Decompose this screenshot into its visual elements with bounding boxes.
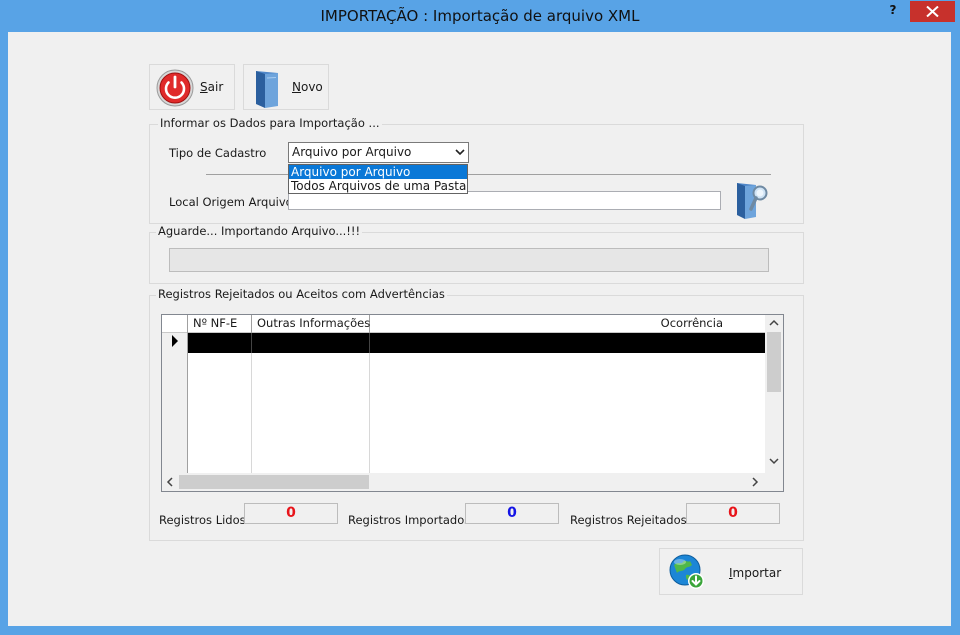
row-cell-divider: [251, 333, 252, 353]
sair-button[interactable]: Sair: [149, 64, 235, 110]
column-header-nfe[interactable]: Nº NF-E: [188, 315, 252, 333]
current-row-arrow-icon: [172, 335, 178, 347]
import-data-group: Informar os Dados para Importação ... Ti…: [149, 116, 804, 224]
option-arquivo-por-arquivo[interactable]: Arquivo por Arquivo: [289, 165, 467, 179]
close-button[interactable]: [910, 1, 955, 22]
local-origem-label: Local Origem Arquivo: [169, 195, 293, 209]
vertical-scroll-thumb[interactable]: [767, 332, 781, 392]
tipo-cadastro-dropdown: Arquivo por Arquivo Todos Arquivos de um…: [288, 164, 468, 194]
close-icon: [926, 6, 939, 17]
importar-label: Importar: [729, 566, 782, 580]
sair-label: Sair: [200, 80, 224, 94]
progress-group-title: Aguarde... Importando Arquivo...!!!: [156, 224, 363, 238]
grid-horizontal-scrollbar[interactable]: [162, 473, 765, 491]
importar-button[interactable]: Importar: [659, 548, 803, 595]
scroll-left-arrow-icon[interactable]: [166, 477, 173, 487]
scroll-up-arrow-icon[interactable]: [769, 319, 779, 326]
log-group-title: Registros Rejeitados ou Aceitos com Adve…: [156, 287, 447, 301]
registros-rejeitados-label: Registros Rejeitados: [570, 513, 687, 527]
novo-label: Novo: [292, 80, 323, 94]
scroll-right-arrow-icon[interactable]: [752, 477, 759, 487]
registros-importados-label: Registros Importados: [348, 513, 471, 527]
progress-group: Aguarde... Importando Arquivo...!!!: [149, 224, 804, 284]
log-grid[interactable]: Nº NF-E Outras Informações Ocorrência: [161, 314, 784, 492]
import-data-group-title: Informar os Dados para Importação ...: [158, 116, 382, 130]
scroll-down-arrow-icon[interactable]: [769, 458, 779, 465]
log-group: Registros Rejeitados ou Aceitos com Adve…: [149, 287, 804, 541]
registros-lidos-value: 0: [244, 503, 338, 524]
title-bar[interactable]: IMPORTAÇÃO : Importação de arquivo XML ?: [0, 0, 960, 32]
import-progress-bar: [169, 248, 769, 272]
column-header-ocorrencia[interactable]: Ocorrência: [370, 315, 765, 333]
registros-importados-value: 0: [465, 503, 559, 524]
application-window: IMPORTAÇÃO : Importação de arquivo XML ?…: [0, 0, 960, 635]
horizontal-scroll-thumb[interactable]: [179, 475, 369, 489]
folder-icon: [256, 71, 278, 108]
globe-download-icon: [669, 554, 704, 589]
window-title: IMPORTAÇÃO : Importação de arquivo XML: [320, 7, 640, 25]
tipo-cadastro-select[interactable]: Arquivo por Arquivo: [288, 142, 469, 163]
chevron-down-icon: [455, 149, 465, 156]
column-line: [251, 353, 252, 473]
scroll-corner: [765, 473, 783, 491]
option-todos-arquivos[interactable]: Todos Arquivos de uma Pasta: [289, 179, 467, 193]
novo-button[interactable]: Novo: [243, 64, 329, 110]
column-header-outras[interactable]: Outras Informações: [252, 315, 370, 333]
tipo-cadastro-value: Arquivo por Arquivo: [292, 145, 412, 159]
column-line: [369, 353, 370, 473]
registros-rejeitados-value: 0: [686, 503, 780, 524]
grid-header: Nº NF-E Outras Informações Ocorrência: [162, 315, 765, 333]
row-cell-divider: [369, 333, 370, 353]
corner-header: [162, 315, 188, 333]
browse-folder-icon[interactable]: [734, 180, 770, 220]
grid-vertical-scrollbar[interactable]: [765, 315, 783, 473]
registros-lidos-label: Registros Lidos: [159, 513, 246, 527]
power-icon: [156, 69, 194, 107]
table-row[interactable]: [188, 333, 765, 353]
client-area: Sair Novo Informar os Dados para Importa…: [8, 32, 951, 626]
tipo-cadastro-label: Tipo de Cadastro: [169, 146, 267, 160]
help-button[interactable]: ?: [886, 3, 900, 19]
